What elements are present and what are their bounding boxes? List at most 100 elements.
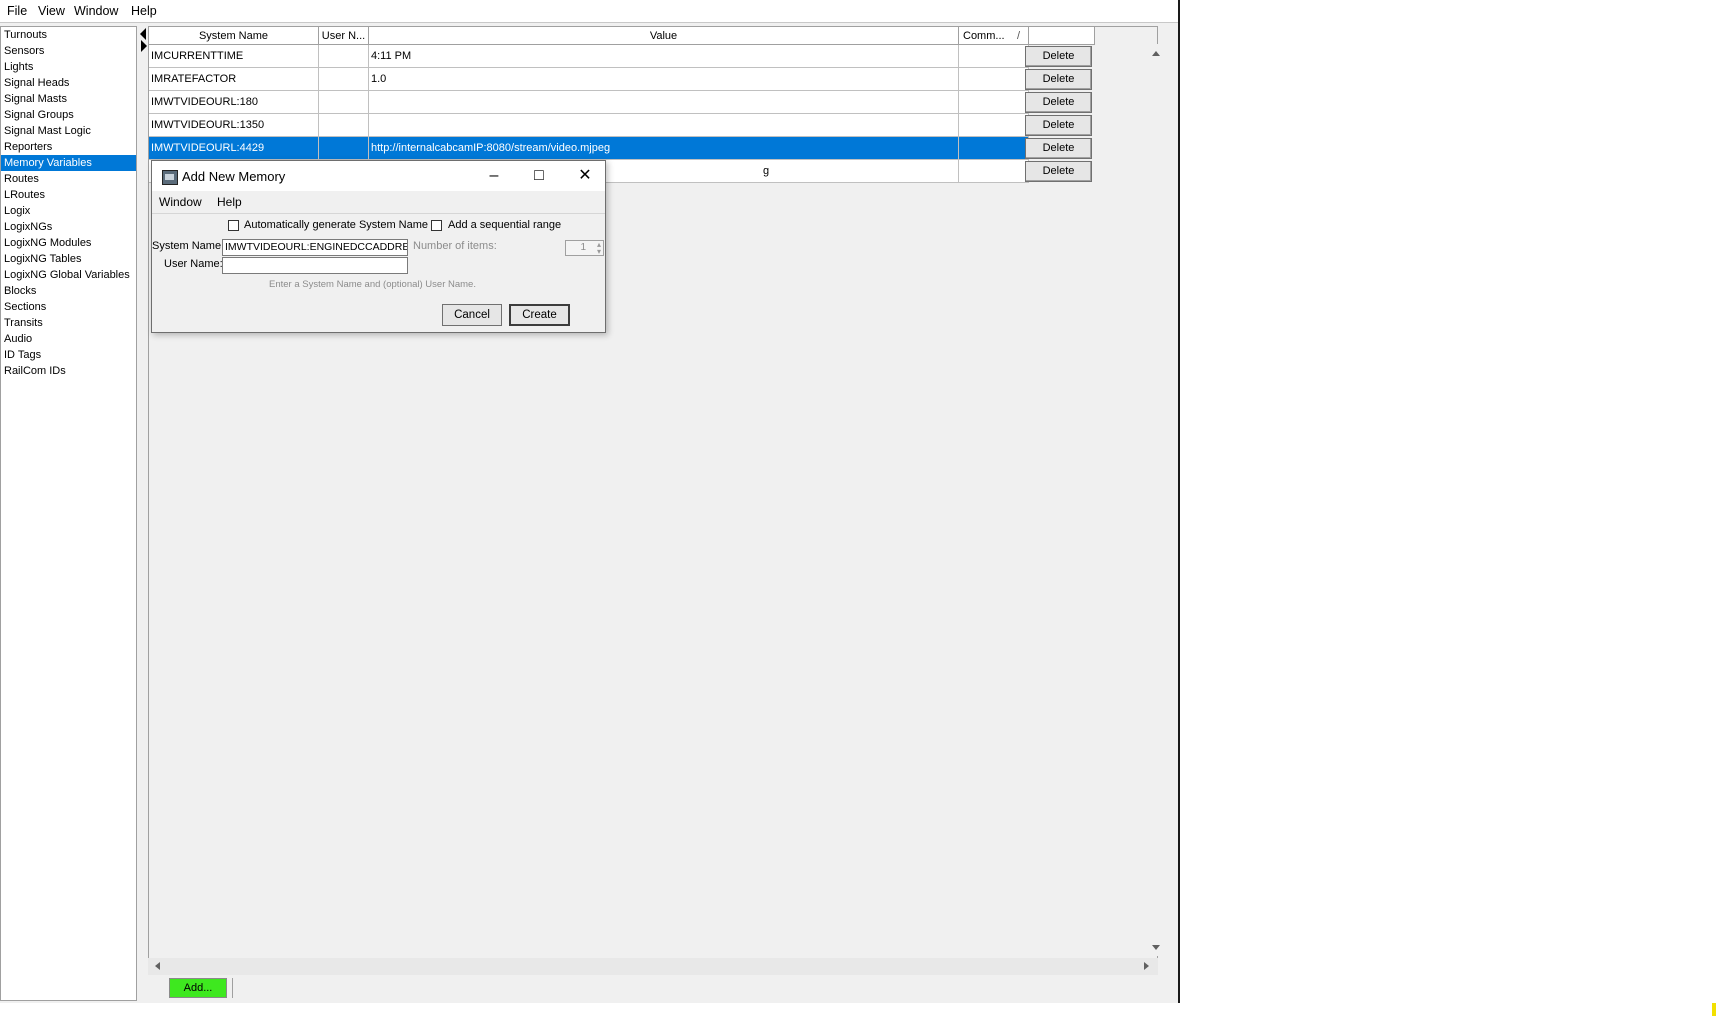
cell-user-name[interactable] — [319, 114, 369, 137]
tree-item-signal-masts[interactable]: Signal Masts — [1, 91, 136, 107]
tree-item-sensors[interactable]: Sensors — [1, 43, 136, 59]
number-of-items-value: 1 — [580, 242, 586, 253]
cell-user-name[interactable] — [319, 137, 369, 160]
menu-view[interactable]: View — [38, 4, 65, 18]
cell-system-name[interactable]: IMRATEFACTOR — [149, 68, 319, 91]
cancel-button[interactable]: Cancel — [442, 304, 502, 326]
dialog-title: Add New Memory — [182, 169, 286, 184]
menu-bar: File View Window Help — [0, 0, 1178, 23]
button-bar: Add... — [148, 976, 1158, 1001]
cell-user-name[interactable] — [319, 68, 369, 91]
scroll-up-button[interactable] — [1148, 46, 1164, 62]
cell-value[interactable] — [369, 114, 959, 137]
cell-value[interactable]: 4:11 PM — [369, 45, 959, 68]
dialog-menu-help[interactable]: Help — [217, 195, 242, 209]
table-row[interactable]: IMRATEFACTOR 1.0 Delete — [149, 68, 1094, 91]
menu-window[interactable]: Window — [74, 4, 118, 18]
menu-file[interactable]: File — [7, 4, 27, 18]
sequential-range-checkbox[interactable] — [431, 220, 442, 231]
col-header-comment[interactable]: Comm... / — [959, 27, 1029, 45]
col-header-user-name[interactable]: User N... — [319, 27, 369, 45]
separator — [232, 978, 233, 998]
tree-item-railcom-ids[interactable]: RailCom IDs — [1, 363, 136, 379]
delete-button[interactable]: Delete — [1025, 46, 1092, 67]
delete-button[interactable]: Delete — [1025, 69, 1092, 90]
dialog-title-bar[interactable]: Add New Memory – □ ✕ — [152, 161, 605, 191]
cell-comment[interactable] — [959, 137, 1029, 160]
tree-item-logix[interactable]: Logix — [1, 203, 136, 219]
tree-item-logixng-global-variables[interactable]: LogixNG Global Variables — [1, 267, 136, 283]
scroll-left-icon[interactable] — [155, 962, 160, 970]
scroll-right-icon[interactable] — [1144, 962, 1149, 970]
table-row-selected[interactable]: IMWTVIDEOURL:4429 http://internalcabcamI… — [149, 137, 1094, 160]
cell-value[interactable]: 1.0 — [369, 68, 959, 91]
scroll-down-button[interactable] — [1148, 940, 1164, 956]
tree-item-logixngs[interactable]: LogixNGs — [1, 219, 136, 235]
arrow-down-icon — [1152, 945, 1160, 950]
tree-item-signal-mast-logic[interactable]: Signal Mast Logic — [1, 123, 136, 139]
hint-text: Enter a System Name and (optional) User … — [269, 279, 476, 290]
split-pane-divider[interactable] — [137, 26, 147, 1001]
tree-item-lroutes[interactable]: LRoutes — [1, 187, 136, 203]
cell-comment[interactable] — [959, 114, 1029, 137]
cell-user-name[interactable] — [319, 45, 369, 68]
auto-generate-checkbox[interactable] — [228, 220, 239, 231]
cell-comment[interactable] — [959, 160, 1029, 183]
table-row[interactable]: IMWTVIDEOURL:180 Delete — [149, 91, 1094, 114]
tree-item-audio[interactable]: Audio — [1, 331, 136, 347]
collapse-left-icon[interactable] — [140, 28, 146, 40]
add-new-memory-dialog: Add New Memory – □ ✕ Window Help Automat… — [151, 160, 606, 333]
tree-item-id-tags[interactable]: ID Tags — [1, 347, 136, 363]
maximize-icon[interactable]: □ — [524, 165, 554, 187]
tree-item-signal-heads[interactable]: Signal Heads — [1, 75, 136, 91]
tree-item-logixng-modules[interactable]: LogixNG Modules — [1, 235, 136, 251]
add-button[interactable]: Add... — [169, 978, 227, 998]
delete-button[interactable]: Delete — [1025, 161, 1092, 182]
cell-system-name[interactable]: IMWTVIDEOURL:4429 — [149, 137, 319, 160]
arrow-up-icon — [1152, 51, 1160, 56]
cell-value[interactable]: http://internalcabcamIP:8080/stream/vide… — [369, 137, 959, 160]
cell-user-name[interactable] — [319, 91, 369, 114]
table-row[interactable]: IMWTVIDEOURL:1350 Delete — [149, 114, 1094, 137]
tree-item-turnouts[interactable]: Turnouts — [1, 27, 136, 43]
cell-comment[interactable] — [959, 45, 1029, 68]
close-icon[interactable]: ✕ — [570, 165, 600, 187]
menu-help[interactable]: Help — [131, 4, 157, 18]
system-name-label: System Name: — [152, 240, 225, 252]
tree-item-memory-variables[interactable]: Memory Variables — [1, 155, 136, 171]
cell-value[interactable] — [369, 91, 959, 114]
auto-generate-label: Automatically generate System Name — [244, 219, 429, 231]
user-name-label: User Name: — [164, 258, 223, 270]
delete-button[interactable]: Delete — [1025, 92, 1092, 113]
cell-comment[interactable] — [959, 91, 1029, 114]
cell-system-name[interactable]: IMCURRENTTIME — [149, 45, 319, 68]
dialog-menu-window[interactable]: Window — [159, 195, 202, 209]
tree-item-transits[interactable]: Transits — [1, 315, 136, 331]
tree-item-lights[interactable]: Lights — [1, 59, 136, 75]
vertical-scrollbar[interactable] — [1148, 44, 1164, 956]
cell-comment[interactable] — [959, 68, 1029, 91]
expand-right-icon[interactable] — [141, 40, 147, 52]
tree-item-logixng-tables[interactable]: LogixNG Tables — [1, 251, 136, 267]
delete-button[interactable]: Delete — [1025, 138, 1092, 159]
tree-item-blocks[interactable]: Blocks — [1, 283, 136, 299]
col-header-value[interactable]: Value — [369, 27, 959, 45]
memory-table-window: File View Window Help Turnouts Sensors L… — [0, 0, 1180, 1003]
minimize-icon[interactable]: – — [479, 165, 509, 187]
tree-item-sections[interactable]: Sections — [1, 299, 136, 315]
col-header-action — [1029, 27, 1095, 45]
user-name-input[interactable] — [222, 257, 408, 274]
system-name-input[interactable]: IMWTVIDEOURL:ENGINEDCCADDRESS — [222, 239, 408, 256]
delete-button[interactable]: Delete — [1025, 115, 1092, 136]
create-button[interactable]: Create — [509, 304, 570, 326]
table-type-list: Turnouts Sensors Lights Signal Heads Sig… — [0, 26, 137, 1001]
sort-indicator: / — [1016, 30, 1020, 42]
table-row[interactable]: IMCURRENTTIME 4:11 PM Delete — [149, 45, 1094, 68]
horizontal-scrollbar[interactable] — [148, 958, 1158, 975]
tree-item-signal-groups[interactable]: Signal Groups — [1, 107, 136, 123]
col-header-system-name[interactable]: System Name — [149, 27, 319, 45]
cell-system-name[interactable]: IMWTVIDEOURL:1350 — [149, 114, 319, 137]
tree-item-reporters[interactable]: Reporters — [1, 139, 136, 155]
cell-system-name[interactable]: IMWTVIDEOURL:180 — [149, 91, 319, 114]
tree-item-routes[interactable]: Routes — [1, 171, 136, 187]
